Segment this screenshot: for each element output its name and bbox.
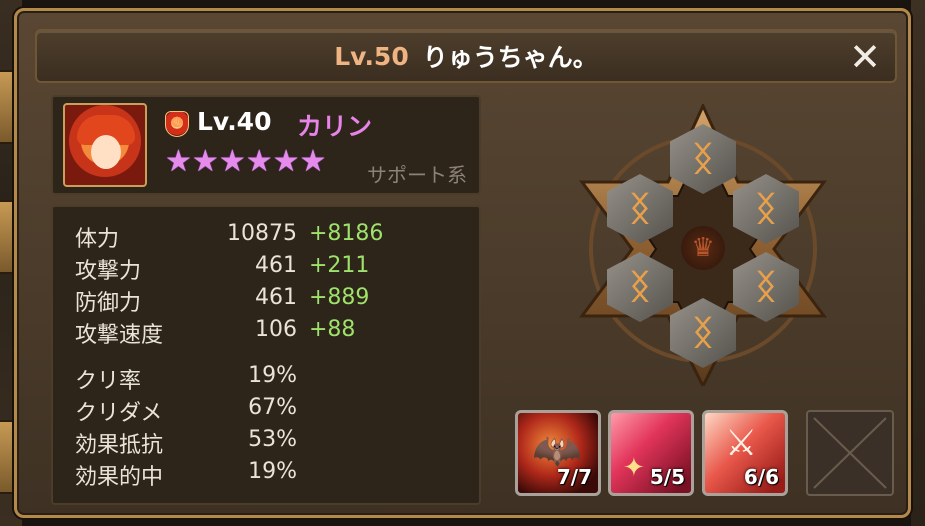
player-level: Lv.50 [334, 41, 409, 71]
rune-board: ᛝ ᛝ ᛝ ᛝ ᛝ ᛝ ♛ [578, 102, 828, 390]
portrait-face [91, 135, 121, 169]
stat-value: 106 [255, 317, 297, 342]
stat-value: 461 [255, 285, 297, 310]
star-rating: ★ ★ ★ ★ ★ ★ [165, 147, 326, 177]
star-icon: ★ [218, 144, 246, 179]
empty-skill-slot-icon [813, 417, 887, 489]
skill-level: 7/7 [556, 465, 592, 489]
stat-bonus: +211 [309, 253, 370, 278]
stat-label: 体力 [75, 227, 120, 252]
stat-value: 53% [248, 427, 297, 452]
background-right-edge [911, 0, 925, 526]
stat-bonus: +8186 [309, 221, 384, 246]
fire-element-icon: ♨ [165, 111, 189, 137]
stat-row-attack: 攻撃力 461 +211 [53, 253, 483, 285]
empty-rune-slot-icon: ᛝ [629, 189, 651, 229]
stat-bonus: +88 [309, 317, 356, 342]
stat-value: 19% [248, 459, 297, 484]
stat-row-accuracy: 効果的中 19% [53, 459, 483, 491]
star-icon: ★ [299, 144, 327, 179]
stat-value: 67% [248, 395, 297, 420]
close-button[interactable]: ✕ [845, 37, 885, 77]
monster-name: カリン [297, 112, 373, 141]
skill-slot-2[interactable]: ✦ 5/5 [608, 410, 694, 496]
stat-row-resistance: 効果抵抗 53% [53, 427, 483, 459]
stat-label: 攻撃力 [75, 259, 142, 284]
monster-level: Lv.40 [197, 107, 272, 136]
stat-label: クリダメ [75, 401, 163, 426]
dialog-title-bar: Lv.50 りゅうちゃん。 ✕ [35, 29, 897, 83]
stat-label: 攻撃速度 [75, 323, 164, 348]
skill-slot-1[interactable]: 🦇 7/7 [515, 410, 601, 496]
stat-bonus: +889 [309, 285, 370, 310]
stats-panel: 体力 10875 +8186 攻撃力 461 +211 防御力 461 +889… [51, 205, 481, 505]
close-icon: ✕ [849, 35, 881, 79]
monster-role: サポート系 [367, 163, 467, 187]
empty-rune-slot-icon: ᛝ [692, 139, 714, 179]
empty-rune-slot-icon: ᛝ [692, 313, 714, 353]
skill-level: 5/5 [649, 465, 685, 489]
stat-label: 効果的中 [75, 465, 164, 490]
star-icon: ★ [191, 144, 219, 179]
stat-label: 防御力 [75, 291, 142, 316]
skill-slot-4 [806, 410, 894, 496]
helmet-emblem-icon: ♛ [681, 226, 725, 270]
player-name: りゅうちゃん。 [422, 43, 598, 72]
stat-label: クリ率 [75, 369, 142, 394]
stat-label: 効果抵抗 [75, 433, 164, 458]
star-icon: ★ [165, 144, 192, 179]
empty-rune-slot-icon: ᛝ [755, 189, 777, 229]
stat-row-speed: 攻撃速度 106 +88 [53, 317, 483, 349]
empty-rune-slot-icon: ᛝ [629, 267, 651, 307]
stat-value: 461 [255, 253, 297, 278]
skill-slot-3[interactable]: ⚔ 6/6 [702, 410, 788, 496]
stat-value: 10875 [227, 221, 297, 246]
skill-level: 6/6 [743, 465, 779, 489]
stat-row-hp: 体力 10875 +8186 [53, 221, 483, 253]
stat-row-crit-rate: クリ率 19% [53, 363, 483, 395]
monster-portrait[interactable] [63, 103, 147, 187]
stat-value: 19% [248, 363, 297, 388]
empty-rune-slot-icon: ᛝ [755, 267, 777, 307]
star-icon: ★ [245, 144, 273, 179]
sword-break-skill-icon: ⚔ [725, 423, 758, 464]
monster-summary-panel: ♨ Lv.40 カリン ★ ★ ★ ★ ★ ★ サポート系 [51, 95, 481, 195]
feather-wand-skill-icon: ✦ [623, 453, 645, 483]
stat-row-crit-damage: クリダメ 67% [53, 395, 483, 427]
star-icon: ★ [272, 144, 300, 179]
stat-row-defense: 防御力 461 +889 [53, 285, 483, 317]
